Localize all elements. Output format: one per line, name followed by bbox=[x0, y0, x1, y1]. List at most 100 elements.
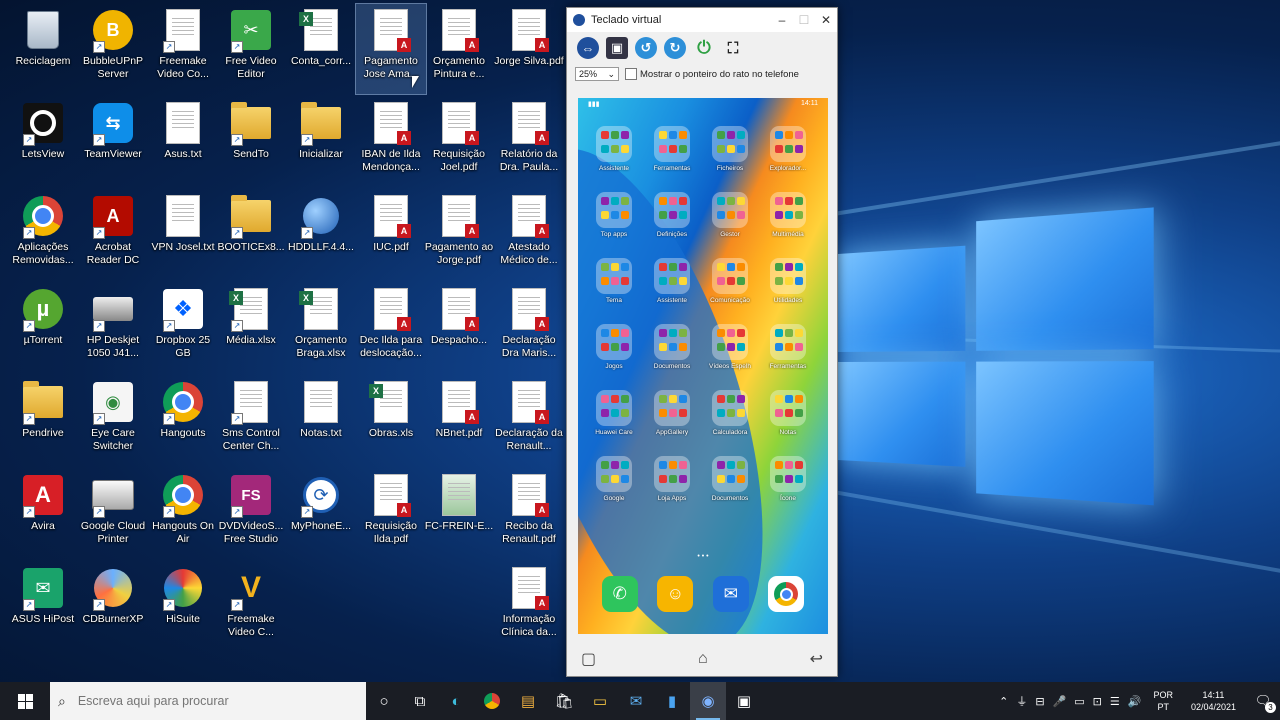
usb-icon[interactable]: ⏚ bbox=[1012, 693, 1031, 709]
desktop-icon-bubbleupnp[interactable]: B ↗ BubbleUPnP Server bbox=[78, 4, 148, 94]
rotate-right-icon[interactable]: ↻ bbox=[664, 37, 686, 59]
desktop-icon-iban-ilda[interactable]: A IBAN de Ilda Mendonça... bbox=[356, 97, 426, 187]
fullscreen-icon[interactable]: ⛶ bbox=[722, 37, 744, 59]
desktop-icon-nbnet[interactable]: A NBnet.pdf bbox=[424, 376, 494, 466]
desktop-icon-asus-txt[interactable]: Asus.txt bbox=[148, 97, 218, 187]
taskbar-store[interactable]: 🛍 bbox=[546, 682, 582, 720]
desktop-icon-jorge-silva[interactable]: A Jorge Silva.pdf bbox=[494, 4, 564, 94]
notification-center-button[interactable]: 🗨 3 bbox=[1246, 682, 1280, 720]
desktop-icon-letsview[interactable]: ↗ LetsView bbox=[8, 97, 78, 187]
desktop-icon-eye-care[interactable]: ◉ ↗ Eye Care Switcher bbox=[78, 376, 148, 466]
desktop-icon-asus-hipost[interactable]: ✉ ↗ ASUS HiPost bbox=[8, 562, 78, 652]
desktop-icon-freemake-video[interactable]: V ↗ Freemake Video C... bbox=[216, 562, 286, 652]
maximize-button[interactable]: ☐ bbox=[793, 13, 815, 27]
desktop-icon-media-xlsx[interactable]: X ↗ Média.xlsx bbox=[216, 283, 286, 373]
desktop-icon-cdburnerxp[interactable]: ↗ CDBurnerXP bbox=[78, 562, 148, 652]
desktop-icon-sendto[interactable]: ↗ SendTo bbox=[216, 97, 286, 187]
desktop-icon-inicializar[interactable]: ↗ Inicializar bbox=[286, 97, 356, 187]
desktop-icon-free-video-editor[interactable]: ✂ ↗ Free Video Editor bbox=[216, 4, 286, 94]
desktop-icon-recycle-bin[interactable]: Reciclagem bbox=[8, 4, 78, 94]
desktop-icon-despacho[interactable]: A Despacho... bbox=[424, 283, 494, 373]
start-button[interactable] bbox=[0, 682, 50, 720]
virtual-keyboard-window[interactable]: Teclado virtual – ☐ ✕ ⇔ ▣ ↺ ↻ ⏻ ⛶ 25% ⌄ M… bbox=[566, 7, 838, 677]
desktop-icon-freemake-converter[interactable]: ↗ Freemake Video Co... bbox=[148, 4, 218, 94]
desktop-icon-avira[interactable]: A ↗ Avira bbox=[8, 469, 78, 559]
phone-app-folder[interactable]: Gestor bbox=[702, 192, 758, 254]
phone-app-folder[interactable]: Assistente bbox=[644, 258, 700, 320]
rotate-left-icon[interactable]: ↺ bbox=[635, 37, 657, 59]
phone-app-folder[interactable]: Definições bbox=[644, 192, 700, 254]
taskbar-photos[interactable]: ▣ bbox=[726, 682, 762, 720]
desktop-icon-declaracao-renault[interactable]: A Declaração da Renault... bbox=[494, 376, 564, 466]
chevron-up-icon[interactable]: ⌃ bbox=[995, 695, 1012, 708]
desktop-icon-acrobat[interactable]: A ↗ Acrobat Reader DC bbox=[78, 190, 148, 280]
taskbar-edge[interactable]: ◐ bbox=[438, 682, 474, 720]
phone-app-folder[interactable]: Utilidades bbox=[760, 258, 816, 320]
minimize-button[interactable]: – bbox=[771, 13, 793, 27]
desktop-icon-recibo-renault[interactable]: A Recibo da Renault.pdf bbox=[494, 469, 564, 559]
phone-app-folder[interactable]: Ícone bbox=[760, 456, 816, 518]
desktop-icon-utorrent[interactable]: µ ↗ µTorrent bbox=[8, 283, 78, 373]
desktop-icon-vpn-txt[interactable]: VPN Josel.txt bbox=[148, 190, 218, 280]
desktop-icon-hp-deskjet[interactable]: ↗ HP Deskjet 1050 J41... bbox=[78, 283, 148, 373]
desktop-icon-dropbox[interactable]: ❖ ↗ Dropbox 25 GB bbox=[148, 283, 218, 373]
desktop-icon-hisuite[interactable]: ↗ HiSuite bbox=[148, 562, 218, 652]
contacts-icon[interactable]: ☺ bbox=[657, 576, 694, 612]
desktop-icon-declaracao-maris[interactable]: A Declaração Dra Maris... bbox=[494, 283, 564, 373]
phone-app-folder[interactable]: Multimédia bbox=[760, 192, 816, 254]
desktop-icon-iuc-pdf[interactable]: A IUC.pdf bbox=[356, 190, 426, 280]
close-button[interactable]: ✕ bbox=[815, 13, 837, 27]
phone-app-folder[interactable]: Explorador... bbox=[760, 126, 816, 188]
desktop-icon-orcamento-braga[interactable]: X Orçamento Braga.xlsx bbox=[286, 283, 356, 373]
desktop-icon-pendrive[interactable]: ↗ Pendrive bbox=[8, 376, 78, 466]
cortana-button[interactable]: ○ bbox=[366, 682, 402, 720]
power-icon[interactable]: ⏻ bbox=[693, 37, 715, 59]
phone-app-folder[interactable]: Calculadora bbox=[702, 390, 758, 452]
language-indicator[interactable]: POR PT bbox=[1145, 689, 1181, 713]
desktop-icon-conta-corrente[interactable]: X Conta_corr... bbox=[286, 4, 356, 94]
desktop-icon-teamviewer[interactable]: ⇆ ↗ TeamViewer bbox=[78, 97, 148, 187]
connect-icon[interactable]: ⇔ bbox=[577, 37, 599, 59]
desktop-icon-google-cloud-printer[interactable]: ↗ Google Cloud Printer bbox=[78, 469, 148, 559]
desktop-icon-orcamento-pintura[interactable]: A Orçamento Pintura e... bbox=[424, 4, 494, 94]
desktop-icon-hangouts[interactable]: ↗ Hangouts bbox=[148, 376, 218, 466]
phone-app-folder[interactable]: Comunicação bbox=[702, 258, 758, 320]
search-input[interactable] bbox=[75, 693, 350, 709]
desktop-icon-pagamento-jorge[interactable]: A Pagamento ao Jorge.pdf bbox=[424, 190, 494, 280]
phone-app-folder[interactable]: Top apps bbox=[586, 192, 642, 254]
battery-icon[interactable]: ▭ bbox=[1070, 695, 1088, 708]
taskbar-phone-app[interactable]: ▮ bbox=[654, 682, 690, 720]
desktop-icon-relatorio-paula[interactable]: A Relatório da Dra. Paula... bbox=[494, 97, 564, 187]
desktop-icon-dvdvideosoft[interactable]: FS ↗ DVDVideoS... Free Studio bbox=[216, 469, 286, 559]
desktop-icon-chrome-apps[interactable]: ↗ Aplicações Removidas... bbox=[8, 190, 78, 280]
zoom-select[interactable]: 25% ⌄ bbox=[575, 67, 619, 81]
taskbar-virtual-keyboard[interactable]: ◉ bbox=[690, 682, 726, 720]
save-icon[interactable]: ▣ bbox=[606, 37, 628, 59]
desktop-icon-notas-txt[interactable]: Notas.txt bbox=[286, 376, 356, 466]
phone-app-folder[interactable]: Assistente bbox=[586, 126, 642, 188]
chrome-icon[interactable] bbox=[768, 576, 805, 612]
phone-app-folder[interactable]: Jogos bbox=[586, 324, 642, 386]
desktop-icon-informacao-clinica[interactable]: A Informação Clínica da... bbox=[494, 562, 564, 652]
desktop-icon-obras-xls[interactable]: X Obras.xls bbox=[356, 376, 426, 466]
messages-icon[interactable]: ✉ bbox=[712, 576, 749, 612]
phone-app-folder[interactable]: Documentos bbox=[644, 324, 700, 386]
task-view-button[interactable]: ⧉ bbox=[402, 682, 438, 720]
phone-app-folder[interactable]: Huawei Care bbox=[586, 390, 642, 452]
network-icon[interactable]: ⊟ bbox=[1031, 695, 1048, 708]
phone-app-folder[interactable]: Tema bbox=[586, 258, 642, 320]
desktop-icon-dec-ilda[interactable]: A Dec Ilda para deslocação... bbox=[356, 283, 426, 373]
recents-icon[interactable]: ▢ bbox=[581, 649, 596, 669]
desktop-icon-myphoneexplorer[interactable]: ⟳ ↗ MyPhoneE... bbox=[286, 469, 356, 559]
desktop-icon-bootice[interactable]: ↗ BOOTICEx8... bbox=[216, 190, 286, 280]
phone-app-folder[interactable]: Loja Apps bbox=[644, 456, 700, 518]
taskbar-mail[interactable]: ✉ bbox=[618, 682, 654, 720]
phone-app-folder[interactable]: Ferramentas bbox=[760, 324, 816, 386]
desktop-icon-sms-control[interactable]: ↗ Sms Control Center Ch... bbox=[216, 376, 286, 466]
wifi-icon[interactable]: ☰ bbox=[1106, 695, 1124, 708]
desktop-icon-hddllf[interactable]: ↗ HDDLLF.4.4... bbox=[286, 190, 356, 280]
home-icon[interactable]: ⌂ bbox=[698, 650, 708, 668]
desktop-icon-hangouts-on-air[interactable]: ↗ Hangouts On Air bbox=[148, 469, 218, 559]
back-icon[interactable]: ↩ bbox=[810, 649, 823, 669]
desktop-icon-requisicao-ilda[interactable]: A Requisição Ilda.pdf bbox=[356, 469, 426, 559]
